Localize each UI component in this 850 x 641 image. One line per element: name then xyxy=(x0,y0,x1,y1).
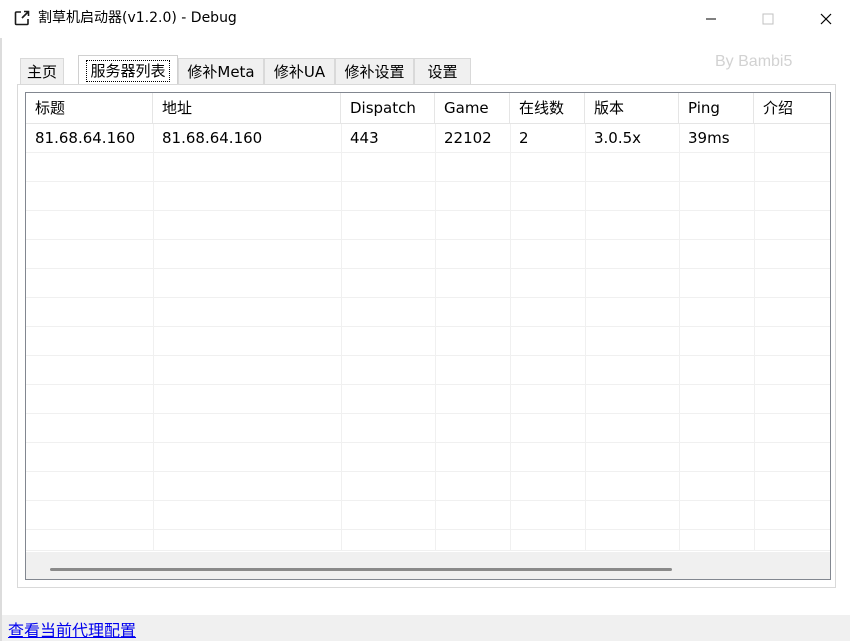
cell-address: 81.68.64.160 xyxy=(162,129,263,147)
empty-row xyxy=(26,443,830,472)
tab-label: 服务器列表 xyxy=(86,60,170,82)
column-header-intro[interactable]: 介绍 xyxy=(754,93,830,123)
window-title: 割草机启动器(v1.2.0) - Debug xyxy=(38,10,237,26)
server-list-view[interactable]: 标题 地址 Dispatch Game 在线数 版本 Ping 介绍 81.68… xyxy=(25,92,831,580)
cell-game: 22102 xyxy=(444,129,492,147)
empty-row xyxy=(26,356,830,385)
column-header-dispatch[interactable]: Dispatch xyxy=(341,93,435,123)
column-header-address[interactable]: 地址 xyxy=(153,93,341,123)
empty-row xyxy=(26,530,830,551)
empty-row xyxy=(26,472,830,501)
empty-row xyxy=(26,211,830,240)
minimize-icon xyxy=(706,18,716,20)
maximize-icon xyxy=(762,13,774,25)
empty-row xyxy=(26,298,830,327)
cell-dispatch: 443 xyxy=(350,129,379,147)
column-header-online[interactable]: 在线数 xyxy=(510,93,585,123)
view-proxy-config-link[interactable]: 查看当前代理配置 xyxy=(8,621,136,641)
list-body: 81.68.64.160 81.68.64.160 443 22102 2 3.… xyxy=(26,124,830,551)
cell-version: 3.0.5x xyxy=(594,129,642,147)
column-header-version[interactable]: 版本 xyxy=(585,93,679,123)
column-header-ping[interactable]: Ping xyxy=(679,93,754,123)
tab-label: 设置 xyxy=(427,63,458,81)
tab-patch-ua[interactable]: 修补UA xyxy=(264,58,335,84)
author-watermark: By Bambi5 xyxy=(715,53,793,70)
tab-label: 主页 xyxy=(26,63,57,81)
server-row[interactable]: 81.68.64.160 81.68.64.160 443 22102 2 3.… xyxy=(26,124,830,153)
scrollbar-thumb[interactable] xyxy=(50,568,672,571)
external-link-icon xyxy=(13,9,31,27)
maximize-button[interactable] xyxy=(745,0,791,38)
tab-label: 修补UA xyxy=(273,63,326,81)
cell-title: 81.68.64.160 xyxy=(35,129,136,147)
empty-row xyxy=(26,153,830,182)
tab-home[interactable]: 主页 xyxy=(20,58,64,84)
empty-row xyxy=(26,269,830,298)
empty-row xyxy=(26,182,830,211)
title-bar: 割草机启动器(v1.2.0) - Debug xyxy=(0,0,850,38)
tab-patch-settings[interactable]: 修补设置 xyxy=(335,58,414,84)
empty-row xyxy=(26,501,830,530)
tab-label: 修补设置 xyxy=(344,63,405,81)
column-header-title[interactable]: 标题 xyxy=(26,93,153,123)
horizontal-scrollbar[interactable] xyxy=(26,552,830,579)
list-header: 标题 地址 Dispatch Game 在线数 版本 Ping 介绍 xyxy=(26,93,830,124)
close-button[interactable] xyxy=(803,0,849,38)
tab-settings[interactable]: 设置 xyxy=(414,58,471,84)
cell-ping: 39ms xyxy=(688,129,730,147)
tab-label: 修补Meta xyxy=(187,63,255,81)
empty-row xyxy=(26,414,830,443)
empty-row xyxy=(26,240,830,269)
empty-row xyxy=(26,385,830,414)
tab-patch-meta[interactable]: 修补Meta xyxy=(178,58,264,84)
minimize-button[interactable] xyxy=(688,0,734,38)
close-icon xyxy=(820,13,832,25)
tab-server-list[interactable]: 服务器列表 xyxy=(78,55,178,85)
column-header-game[interactable]: Game xyxy=(435,93,510,123)
cell-intro xyxy=(754,124,830,152)
cell-online: 2 xyxy=(519,129,529,147)
empty-row xyxy=(26,327,830,356)
